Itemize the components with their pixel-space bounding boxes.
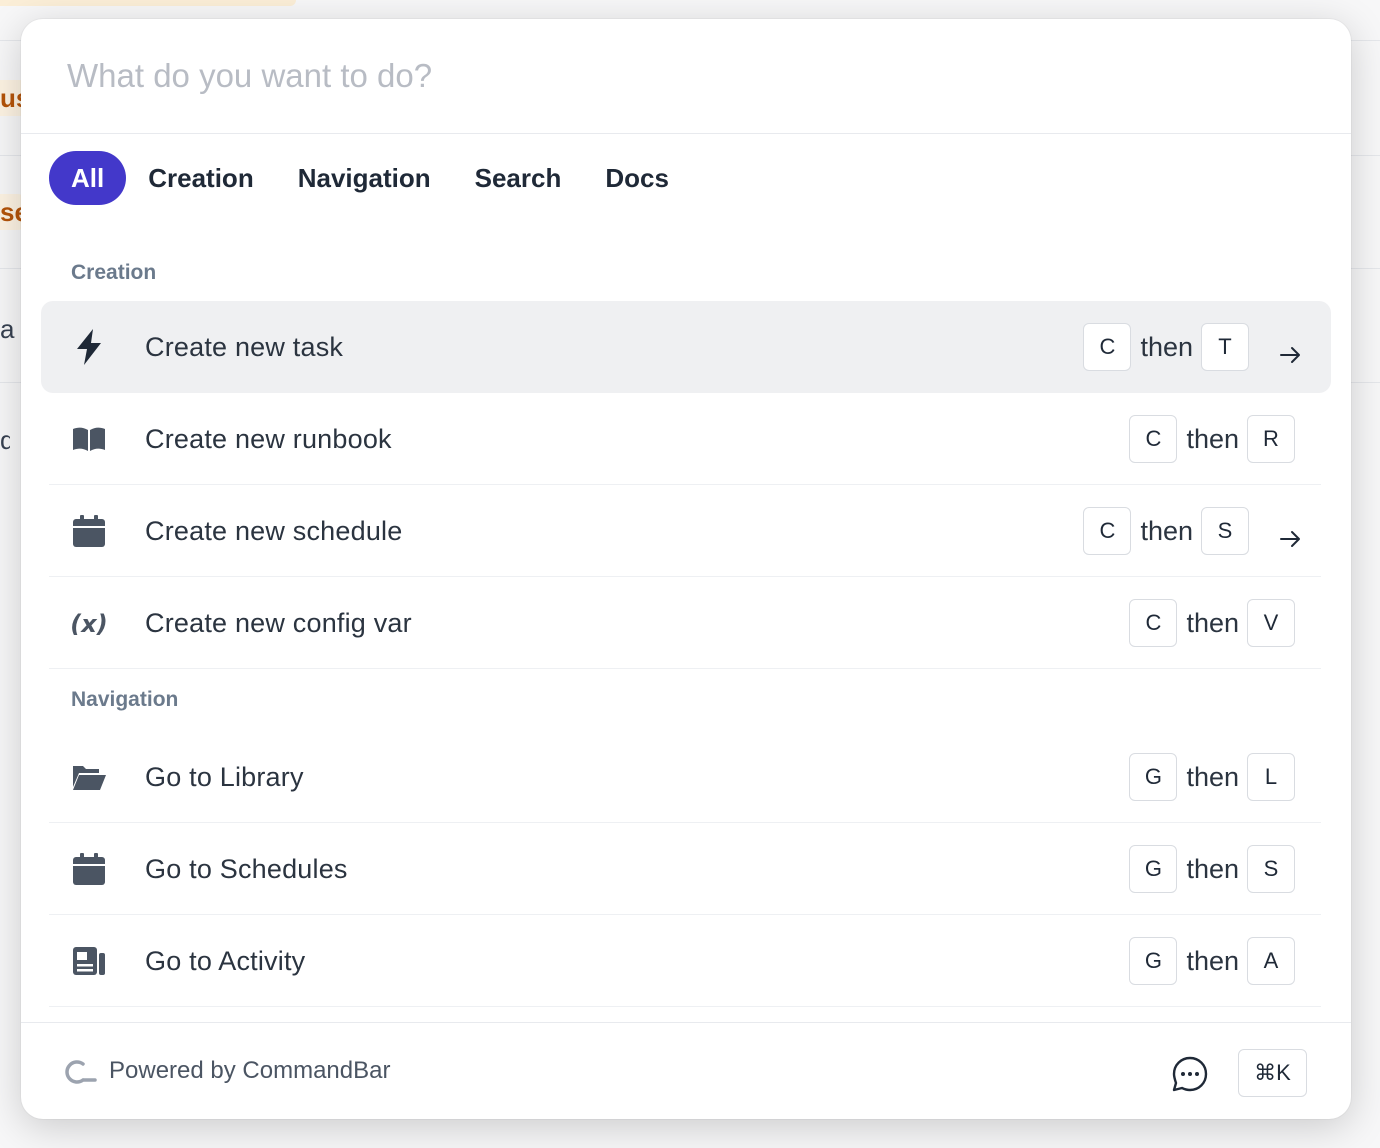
- activity-feed-icon: [69, 941, 109, 981]
- key: T: [1201, 323, 1249, 371]
- key: A: [1247, 937, 1295, 985]
- keyboard-shortcut-cmd-k[interactable]: ⌘K: [1238, 1049, 1307, 1097]
- keyboard-shortcut: C then R: [1129, 415, 1295, 463]
- key: V: [1247, 599, 1295, 647]
- then-label: then: [1186, 945, 1239, 976]
- powered-by-link[interactable]: Powered by CommandBar: [109, 1057, 390, 1085]
- variable-x-icon: (x): [69, 603, 109, 643]
- category-tabs: All Creation Navigation Search Docs: [49, 151, 691, 205]
- tab-navigation[interactable]: Navigation: [276, 151, 453, 205]
- key: R: [1247, 415, 1295, 463]
- command-create-new-runbook[interactable]: Create new runbook C then R: [41, 393, 1331, 485]
- command-go-to-activity[interactable]: Go to Activity G then A: [41, 915, 1331, 1007]
- command-create-new-task[interactable]: Create new task C then T: [41, 301, 1331, 393]
- command-label: Go to Schedules: [145, 853, 348, 884]
- folder-open-icon: [69, 757, 109, 797]
- keyboard-shortcut: G then A: [1129, 937, 1295, 985]
- lightning-bolt-icon: [69, 327, 109, 367]
- key: G: [1129, 845, 1178, 893]
- background-chip: [0, 0, 296, 6]
- tab-search[interactable]: Search: [453, 151, 584, 205]
- key: C: [1129, 415, 1178, 463]
- keyboard-shortcut: G then S: [1129, 845, 1295, 893]
- key: G: [1129, 937, 1178, 985]
- key: S: [1247, 845, 1295, 893]
- command-label: Create new config var: [145, 607, 412, 638]
- keyboard-shortcut: C then S: [1083, 507, 1249, 555]
- commandbar-logo-icon: [65, 1060, 97, 1084]
- chat-bubble-icon[interactable]: [1171, 1055, 1209, 1093]
- then-label: then: [1186, 423, 1239, 454]
- svg-text:(x): (x): [70, 610, 107, 638]
- open-book-icon: [69, 419, 109, 459]
- then-label: then: [1186, 607, 1239, 638]
- then-label: then: [1186, 853, 1239, 884]
- command-label: Go to Library: [145, 761, 304, 792]
- then-label: then: [1140, 331, 1193, 362]
- row-divider: [49, 1006, 1321, 1007]
- keyboard-shortcut: G then L: [1129, 753, 1295, 801]
- then-label: then: [1140, 515, 1193, 546]
- key: L: [1247, 753, 1295, 801]
- command-create-new-schedule[interactable]: Create new schedule C then S: [41, 485, 1331, 577]
- keyboard-shortcut: C then T: [1083, 323, 1249, 371]
- key: G: [1129, 753, 1178, 801]
- search-input[interactable]: [67, 57, 1305, 95]
- key: C: [1083, 507, 1132, 555]
- section-label-navigation: Navigation: [71, 688, 179, 711]
- calendar-icon: [69, 511, 109, 551]
- keyboard-shortcut: C then V: [1129, 599, 1295, 647]
- section-label-creation: Creation: [71, 261, 157, 284]
- key: C: [1083, 323, 1132, 371]
- command-create-new-config-var[interactable]: (x) Create new config var C then V: [41, 577, 1331, 669]
- command-go-to-library[interactable]: Go to Library G then L: [41, 731, 1331, 823]
- tab-docs[interactable]: Docs: [583, 151, 691, 205]
- calendar-icon: [69, 849, 109, 889]
- background-text: d: [0, 425, 10, 455]
- row-divider: [49, 668, 1321, 669]
- key: C: [1129, 599, 1178, 647]
- command-label: Create new runbook: [145, 423, 392, 454]
- palette-footer: Powered by CommandBar ⌘K: [21, 1022, 1351, 1119]
- search-bar: [21, 19, 1351, 134]
- command-label: Create new task: [145, 331, 344, 362]
- then-label: then: [1186, 761, 1239, 792]
- command-go-to-schedules[interactable]: Go to Schedules G then S: [41, 823, 1331, 915]
- command-palette: All Creation Navigation Search Docs Crea…: [21, 19, 1351, 1119]
- tab-all[interactable]: All: [49, 151, 127, 205]
- tab-creation[interactable]: Creation: [126, 151, 275, 205]
- arrow-right-icon[interactable]: [1277, 341, 1305, 369]
- arrow-right-icon[interactable]: [1277, 525, 1305, 553]
- command-label: Go to Activity: [145, 945, 306, 976]
- key: S: [1201, 507, 1249, 555]
- command-label: Create new schedule: [145, 515, 403, 546]
